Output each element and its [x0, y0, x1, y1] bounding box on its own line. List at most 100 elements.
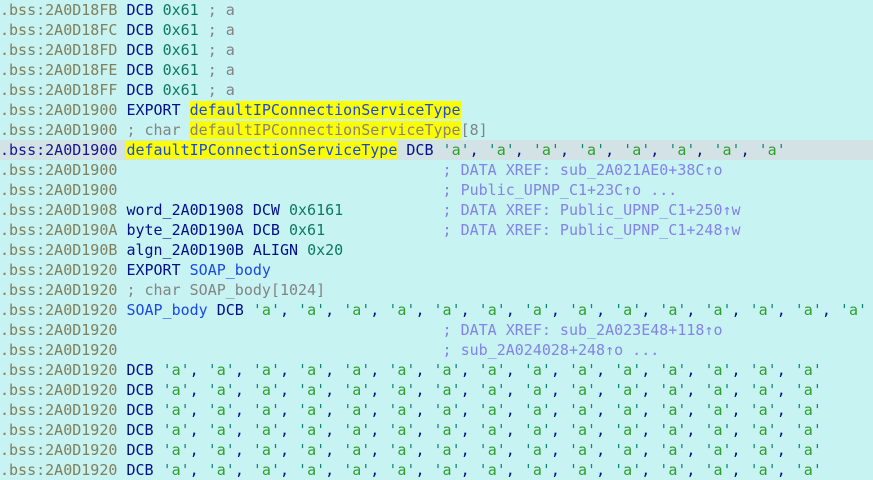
listing-line[interactable]: .bss:2A0D18FF DCB 0x61 ; a [0, 80, 873, 100]
char-quote: ' [361, 381, 370, 399]
dummy-name: algn_2A0D190B [126, 241, 243, 259]
char-quote: ' [587, 381, 596, 399]
punctuation: , [235, 381, 253, 399]
punctuation: , [235, 361, 253, 379]
listing-line[interactable]: .bss:2A0D1920 DCB 'a', 'a', 'a', 'a', 'a… [0, 420, 873, 440]
listing-line[interactable]: .bss:2A0D18FB DCB 0x61 ; a [0, 0, 873, 20]
punctuation: , [641, 301, 659, 319]
char-quote: ' [434, 421, 443, 439]
punctuation: , [732, 361, 750, 379]
char-quote: ' [316, 461, 325, 479]
char-quote: ' [208, 441, 217, 459]
punctuation: , [280, 461, 298, 479]
keyword: DCB [126, 81, 162, 99]
char-quote: ' [813, 381, 822, 399]
punctuation: , [596, 301, 614, 319]
keyword: DCB [126, 1, 162, 19]
punctuation: , [686, 301, 704, 319]
listing-line[interactable]: .bss:2A0D1920 ; sub_2A024028+248↑o ... [0, 340, 873, 360]
char-quote: ' [343, 401, 352, 419]
char-quote: ' [569, 461, 578, 479]
char-literal: a [172, 361, 181, 379]
listing-line[interactable]: .bss:2A0D1908 word_2A0D1908 DCW 0x6161 ;… [0, 200, 873, 220]
punctuation: , [777, 441, 795, 459]
char-literal: a [578, 461, 587, 479]
xref-comment: ; DATA XREF: sub_2A021AE0+38C↑o [443, 161, 723, 179]
char-literal: a [533, 441, 542, 459]
char-quote: ' [813, 441, 822, 459]
char-literal: a [759, 421, 768, 439]
char-quote: ' [587, 401, 596, 419]
char-quote: ' [750, 441, 759, 459]
char-quote: ' [587, 361, 596, 379]
listing-line[interactable]: .bss:2A0D1920 DCB 'a', 'a', 'a', 'a', 'a… [0, 380, 873, 400]
listing-line[interactable]: .bss:2A0D190A byte_2A0D190A DCB 0x61 ; D… [0, 220, 873, 240]
listing-line[interactable]: .bss:2A0D18FE DCB 0x61 ; a [0, 60, 873, 80]
char-quote: ' [578, 141, 587, 159]
char-quote: ' [253, 381, 262, 399]
listing-line[interactable]: .bss:2A0D1920 SOAP_body DCB 'a', 'a', 'a… [0, 300, 873, 320]
char-quote: ' [163, 361, 172, 379]
punctuation: , [777, 461, 795, 479]
disassembly-view[interactable]: .bss:2A0D18FB DCB 0x61 ; a.bss:2A0D18FC … [0, 0, 873, 480]
listing-line[interactable]: .bss:2A0D18FC DCB 0x61 ; a [0, 20, 873, 40]
listing-line[interactable]: .bss:2A0D1920 ; DATA XREF: sub_2A023E48+… [0, 320, 873, 340]
listing-line[interactable]: .bss:2A0D1900 ; Public_UPNP_C1+23C↑o ... [0, 180, 873, 200]
char-quote: ' [298, 461, 307, 479]
char-quote: ' [271, 461, 280, 479]
char-literal: a [533, 401, 542, 419]
char-literal: a [623, 301, 632, 319]
punctuation: , [650, 141, 668, 159]
punctuation: , [777, 361, 795, 379]
punctuation: , [461, 461, 479, 479]
char-quote: ' [759, 141, 768, 159]
char-literal: a [623, 461, 632, 479]
char-quote: ' [542, 441, 551, 459]
punctuation: , [777, 301, 795, 319]
char-quote: ' [479, 401, 488, 419]
keyword: DCW [253, 201, 289, 219]
char-literal: a [668, 421, 677, 439]
listing-line[interactable]: .bss:2A0D1920 DCB 'a', 'a', 'a', 'a', 'a… [0, 440, 873, 460]
listing-line-selected[interactable]: .bss:2A0D1900 defaultIPConnectionService… [0, 140, 873, 160]
listing-line[interactable]: .bss:2A0D1920 DCB 'a', 'a', 'a', 'a', 'a… [0, 460, 873, 480]
char-literal: a [542, 141, 551, 159]
listing-line[interactable]: .bss:2A0D18FD DCB 0x61 ; a [0, 40, 873, 60]
number-literal: 0x61 [289, 221, 325, 239]
char-quote: ' [723, 441, 732, 459]
char-quote: ' [226, 421, 235, 439]
char-quote: ' [813, 301, 822, 319]
punctuation: , [370, 461, 388, 479]
address: .bss:2A0D1920 [0, 421, 126, 439]
spacer [117, 181, 442, 199]
char-literal: a [262, 441, 271, 459]
char-quote: ' [750, 301, 759, 319]
char-literal: a [488, 461, 497, 479]
listing-line[interactable]: .bss:2A0D1920 EXPORT SOAP_body [0, 260, 873, 280]
char-quote: ' [253, 361, 262, 379]
listing-line[interactable]: .bss:2A0D1920 ; char SOAP_body[1024] [0, 280, 873, 300]
char-quote: ' [723, 461, 732, 479]
listing-line[interactable]: .bss:2A0D1900 EXPORT defaultIPConnection… [0, 100, 873, 120]
listing-line[interactable]: .bss:2A0D1920 DCB 'a', 'a', 'a', 'a', 'a… [0, 360, 873, 380]
char-literal: a [307, 421, 316, 439]
char-literal: a [307, 401, 316, 419]
char-literal: a [352, 301, 361, 319]
char-quote: ' [723, 361, 732, 379]
char-quote: ' [524, 421, 533, 439]
char-quote: ' [434, 401, 443, 419]
listing-line[interactable]: .bss:2A0D190B algn_2A0D190B ALIGN 0x20 [0, 240, 873, 260]
keyword: EXPORT [126, 101, 189, 119]
punctuation: , [515, 141, 533, 159]
char-literal: a [623, 441, 632, 459]
listing-line[interactable]: .bss:2A0D1900 ; DATA XREF: sub_2A021AE0+… [0, 160, 873, 180]
char-quote: ' [858, 301, 867, 319]
char-quote: ' [343, 421, 352, 439]
keyword: DCB [126, 361, 162, 379]
listing-line[interactable]: .bss:2A0D1900 ; char defaultIPConnection… [0, 120, 873, 140]
punctuation: , [461, 441, 479, 459]
char-quote: ' [723, 421, 732, 439]
listing-line[interactable]: .bss:2A0D1920 DCB 'a', 'a', 'a', 'a', 'a… [0, 400, 873, 420]
punctuation: , [325, 441, 343, 459]
punctuation: , [686, 461, 704, 479]
